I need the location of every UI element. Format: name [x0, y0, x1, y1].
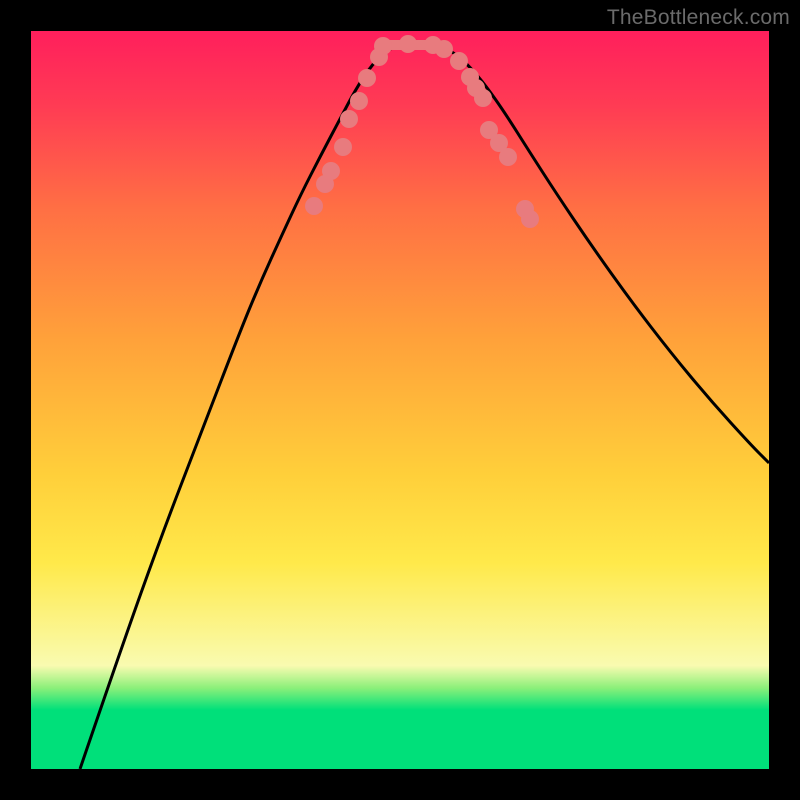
chart-svg [31, 31, 769, 769]
chart-frame: TheBottleneck.com [0, 0, 800, 800]
data-marker [322, 162, 340, 180]
data-marker [450, 52, 468, 70]
data-marker [399, 35, 417, 53]
right-curve [434, 45, 769, 463]
data-marker [499, 148, 517, 166]
data-marker [435, 40, 453, 58]
plot-area [31, 31, 769, 769]
watermark-text: TheBottleneck.com [607, 6, 790, 30]
data-marker [358, 69, 376, 87]
data-marker [374, 37, 392, 55]
left-curve [80, 45, 404, 769]
data-marker [474, 89, 492, 107]
data-marker [340, 110, 358, 128]
data-marker [521, 210, 539, 228]
data-marker [350, 92, 368, 110]
data-marker [305, 197, 323, 215]
data-marker [334, 138, 352, 156]
